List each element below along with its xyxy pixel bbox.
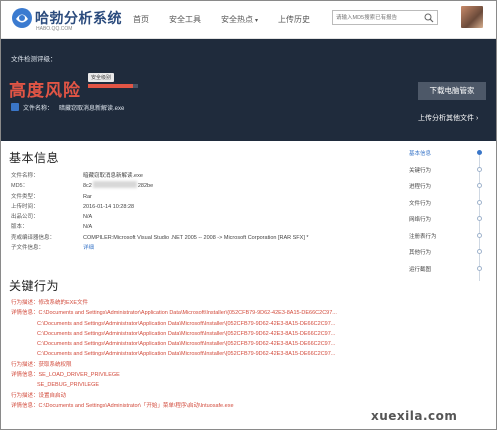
info-key: 壳或编译器信息： xyxy=(11,234,56,241)
redacted-mask xyxy=(92,181,137,189)
watermark-text: xuexila.com xyxy=(371,409,458,423)
search-input[interactable] xyxy=(333,11,417,24)
info-row: 版本： N/A xyxy=(11,222,309,232)
info-value: COMPILER:Microsoft Visual Studio .NET 20… xyxy=(83,234,309,241)
nav-label: 上传历史 xyxy=(278,15,311,24)
info-key: 文件名称： xyxy=(11,173,39,179)
top-navigation-bar: 哈勃分析系统 HABO.QQ.COM 首页 安全工具 安全热点 ▾ 上传历史 xyxy=(1,1,496,39)
behavior-line: SE_DEBUG_PRIVILEGE xyxy=(37,382,100,389)
logo-text: 哈勃分析系统 xyxy=(35,10,122,26)
rating-label: 文件检测评级： xyxy=(11,56,57,63)
behavior-line: C:\Documents and Settings\Administrator\… xyxy=(37,341,336,348)
timeline-dot[interactable] xyxy=(477,166,482,172)
info-key: 出品公司： xyxy=(11,214,39,221)
timeline-dot[interactable] xyxy=(477,183,482,188)
info-value: 2016-01-14 10:28:28 xyxy=(83,203,135,210)
chevron-down-icon: ▾ xyxy=(255,18,259,24)
info-row-md5: MD5： 8c2 282be xyxy=(11,181,309,191)
info-value: N/A xyxy=(83,224,93,231)
logo-icon xyxy=(12,8,32,28)
risk-level-text: 高度风险 xyxy=(9,81,81,100)
nav-label: 安全工具 xyxy=(169,15,201,24)
behavior-line: C:\Documents and Settings\Administrator\… xyxy=(37,351,336,358)
file-name-row: 文件名称： 暗藏窃取消息新解读.exe xyxy=(11,103,124,112)
user-avatar[interactable] xyxy=(461,6,483,28)
sidebar-item[interactable]: 网络行为 xyxy=(401,215,476,225)
md5-prefix: 8c2 xyxy=(83,183,92,190)
download-pc-manager-button[interactable]: 下载电脑管家 xyxy=(418,82,486,100)
info-row: 出品公司： N/A xyxy=(11,212,309,222)
upload-other-file-link[interactable]: 上传分析其他文件 › xyxy=(418,113,478,123)
risk-level-bar xyxy=(88,84,138,88)
behavior-line: C:\Documents and Settings\Administrator\… xyxy=(37,320,336,327)
report-content: 基本信息 文件名称： 暗藏窃取消息新解读.exe MD5： 8c2 282be 文件类… xyxy=(1,141,496,429)
behavior-line: 行为描述：获取系统权限 xyxy=(11,361,72,368)
info-value: Rar xyxy=(83,193,92,200)
info-key: 文件类型： xyxy=(11,193,39,200)
logo-subtext: HABO.QQ.COM xyxy=(36,26,73,32)
timeline-dot[interactable] xyxy=(477,216,482,221)
timeline-dot[interactable] xyxy=(477,199,482,205)
sidebar-item[interactable]: 运行截图 xyxy=(401,265,476,275)
nav-label: 首页 xyxy=(133,15,149,24)
timeline-dot[interactable] xyxy=(477,249,482,254)
info-row: 文件类型： Rar xyxy=(11,192,309,202)
file-name-label: 文件名称： xyxy=(23,106,54,112)
info-row: 上传时间： 2016-01-14 10:28:28 xyxy=(11,202,309,212)
browser-page: 哈勃分析系统 HABO.QQ.COM 首页 安全工具 安全热点▾ 上传历史 文件… xyxy=(0,0,497,430)
risk-badge: 安全级别 xyxy=(88,73,115,82)
info-value: N/A xyxy=(83,214,93,221)
file-icon xyxy=(11,103,19,111)
behavior-line: 行为描述：设置自启动 xyxy=(11,392,67,399)
behavior-line: 行为描述：修改系统的EXE文件 xyxy=(11,300,89,306)
info-key: 版本： xyxy=(11,224,28,231)
sidebar-item[interactable]: 注册表行为 xyxy=(401,232,476,242)
md5-value: 8c2 282be xyxy=(83,181,153,191)
file-name-value: 暗藏窃取消息新解读.exe xyxy=(59,106,125,112)
md5-suffix: 282be xyxy=(137,183,154,190)
sidebar-item[interactable]: 关键行为 xyxy=(401,166,476,176)
nav-item-security-tools[interactable]: 安全工具 xyxy=(159,1,211,39)
behavior-line: 详情信息：C:\Documents and Settings\Administr… xyxy=(11,310,337,317)
timeline-dot[interactable] xyxy=(477,265,482,271)
behavior-line: 详情信息：SE_LOAD_DRIVER_PRIVILEGE xyxy=(11,372,120,379)
nav-item-upload-history[interactable]: 上传历史 xyxy=(268,1,320,39)
info-value: 暗藏窃取消息新解读.exe xyxy=(83,173,143,179)
risk-level-bar-fill xyxy=(88,84,133,88)
timeline-dot[interactable] xyxy=(477,150,482,155)
timeline-dot[interactable] xyxy=(477,232,482,238)
info-key: 子文件信息： xyxy=(11,245,45,252)
sub-file-details-link[interactable]: 详细 xyxy=(83,243,94,253)
sidebar-item[interactable]: 其他行为 xyxy=(401,248,476,258)
behavior-line: 详情信息：C:\Documents and Settings\Administr… xyxy=(11,402,234,409)
info-row: 壳或编译器信息： COMPILER:Microsoft Visual Studio… xyxy=(11,233,309,243)
nav-item-home[interactable]: 首页 xyxy=(123,1,159,39)
key-behavior-title: 关键行为 xyxy=(9,279,60,293)
sidebar-item[interactable]: 基本信息 xyxy=(401,149,476,159)
sidebar-item[interactable]: 文件行为 xyxy=(401,199,476,209)
nav-label: 安全热点 xyxy=(221,15,253,24)
main-nav: 首页 安全工具 安全热点 ▾ 上传历史 xyxy=(123,1,320,39)
site-logo[interactable]: 哈勃分析系统 HABO.QQ.COM xyxy=(11,6,122,34)
info-key: MD5： xyxy=(11,183,29,190)
section-nav-timeline: 基本信息关键行为进程行为文件行为网络行为注册表行为其他行为运行截图 xyxy=(401,147,496,287)
nav-item-security-hotspots[interactable]: 安全热点 ▾ xyxy=(211,1,268,39)
sidebar-item[interactable]: 进程行为 xyxy=(401,182,476,192)
key-behavior-list: 行为描述：修改系统的EXE文件详情信息：C:\Documents and Set… xyxy=(11,298,381,411)
detection-summary-banner: 文件检测评级： 高度风险 安全级别 文件名称： 暗藏窃取消息新解读.exe 下载电… xyxy=(1,39,496,141)
basic-info-title: 基本信息 xyxy=(9,151,60,165)
info-key: 上传时间： xyxy=(11,203,39,210)
search-icon[interactable] xyxy=(424,13,434,23)
info-row: 子文件信息： 详细 xyxy=(11,243,309,253)
behavior-line: C:\Documents and Settings\Administrator\… xyxy=(37,330,336,337)
info-row: 文件名称： 暗藏窃取消息新解读.exe xyxy=(11,171,309,181)
basic-info-table: 文件名称： 暗藏窃取消息新解读.exe MD5： 8c2 282be 文件类型： Rar… xyxy=(11,171,309,253)
search-box xyxy=(332,10,438,25)
